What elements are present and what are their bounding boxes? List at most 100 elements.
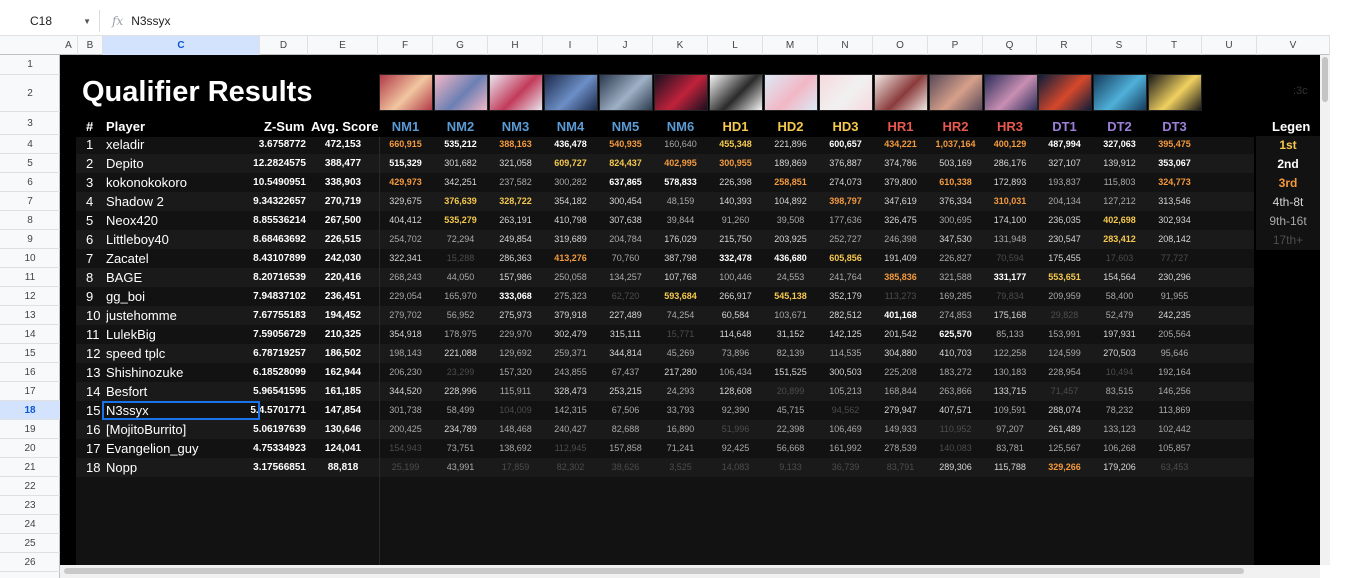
score-cell: 253,215 <box>609 386 642 396</box>
formula-input[interactable]: N3ssyx <box>129 14 170 28</box>
vertical-scroll-thumb[interactable] <box>1322 57 1328 102</box>
score-cell: 206,230 <box>389 367 422 377</box>
row-header-12[interactable]: 12 <box>0 287 60 306</box>
row-header-19[interactable]: 19 <box>0 420 60 439</box>
chevron-down-icon[interactable]: ▼ <box>83 17 91 26</box>
column-header-m[interactable]: M <box>763 36 818 55</box>
map-banner-image <box>654 74 708 111</box>
column-header-k[interactable]: K <box>653 36 708 55</box>
row-header-24[interactable]: 24 <box>0 515 60 534</box>
row-header-21[interactable]: 21 <box>0 458 60 477</box>
map-banner-image <box>929 74 983 111</box>
horizontal-scroll-thumb[interactable] <box>64 568 1244 574</box>
score-cell: 376,334 <box>939 196 972 206</box>
sheet-grid[interactable]: Qualifier Results :3c # Player Z-Sum Avg… <box>60 55 1320 565</box>
row-header-13[interactable]: 13 <box>0 306 60 325</box>
row-header-3[interactable]: 3 <box>0 112 60 135</box>
row-header-15[interactable]: 15 <box>0 344 60 363</box>
column-header-j[interactable]: J <box>598 36 653 55</box>
name-box[interactable]: C18 ▼ <box>0 10 100 32</box>
divider <box>379 137 380 565</box>
column-header-p[interactable]: P <box>928 36 983 55</box>
score-cell: 29,828 <box>1050 310 1079 320</box>
score-cell: 332,478 <box>719 253 752 263</box>
row-header-9[interactable]: 9 <box>0 230 60 249</box>
score-cell: 92,390 <box>721 405 750 415</box>
score-cell: 407,571 <box>939 405 972 415</box>
column-header-i[interactable]: I <box>543 36 598 55</box>
row-header-25[interactable]: 25 <box>0 534 60 553</box>
table-row: 17 Evangelion_guy 4.75334923 124,041 154,943… <box>60 439 1240 458</box>
z-sum: 7.94837102 <box>253 291 306 302</box>
score-cell: 436,680 <box>774 253 807 263</box>
score-cell: 400,129 <box>993 139 1027 149</box>
sheet-title: Qualifier Results <box>82 76 313 108</box>
score-cell: 153,991 <box>1048 329 1081 339</box>
score-cell: 226,398 <box>719 177 752 187</box>
score-cell: 246,398 <box>884 234 917 244</box>
row-header-22[interactable]: 22 <box>0 477 60 496</box>
avg-score: 220,416 <box>324 272 362 283</box>
row-header-18[interactable]: 18 <box>0 401 60 420</box>
column-header-c[interactable]: C <box>103 36 260 55</box>
score-cell: 347,530 <box>939 234 972 244</box>
score-cell: 540,935 <box>609 139 642 149</box>
column-header-f[interactable]: F <box>378 36 433 55</box>
column-header-q[interactable]: Q <box>983 36 1037 55</box>
row-header-8[interactable]: 8 <box>0 211 60 230</box>
column-header-d[interactable]: D <box>260 36 308 55</box>
row-header-6[interactable]: 6 <box>0 173 60 192</box>
row-header-20[interactable]: 20 <box>0 439 60 458</box>
column-header-e[interactable]: E <box>308 36 378 55</box>
column-header-b[interactable]: B <box>78 36 103 55</box>
column-header-l[interactable]: L <box>708 36 763 55</box>
column-header-g[interactable]: G <box>433 36 488 55</box>
avg-score: 226,515 <box>324 234 362 245</box>
score-cell: 228,954 <box>1048 367 1081 377</box>
row-header-1[interactable]: 1 <box>0 55 60 75</box>
score-cell: 289,306 <box>939 462 972 472</box>
score-cell: 78,232 <box>1105 405 1134 415</box>
score-cell: 157,986 <box>499 272 532 282</box>
row-header-23[interactable]: 23 <box>0 496 60 515</box>
function-icon: fx <box>112 14 124 28</box>
column-header-s[interactable]: S <box>1092 36 1147 55</box>
score-cell: 17,859 <box>501 462 530 472</box>
player-rank: 10 <box>86 308 101 323</box>
score-cell: 215,750 <box>719 234 752 244</box>
score-cell: 25,199 <box>391 462 420 472</box>
column-header-r[interactable]: R <box>1037 36 1092 55</box>
row-header-26[interactable]: 26 <box>0 553 60 572</box>
map-header-hr1: HR1 <box>887 119 914 134</box>
player-rank: 17 <box>86 441 101 456</box>
vertical-scrollbar[interactable] <box>1320 55 1330 565</box>
column-header-a[interactable]: A <box>60 36 78 55</box>
row-header-2[interactable]: 2 <box>0 75 60 112</box>
row-header-11[interactable]: 11 <box>0 268 60 287</box>
score-cell: 154,564 <box>1103 272 1136 282</box>
score-cell: 160,640 <box>664 139 697 149</box>
score-cell: 226,827 <box>939 253 972 263</box>
score-cell: 94,562 <box>831 405 860 415</box>
column-header-v[interactable]: V <box>1257 36 1330 55</box>
player-name: Shishinozuke <box>106 365 184 380</box>
column-header-u[interactable]: U <box>1202 36 1257 55</box>
selected-cell-outline <box>102 401 260 420</box>
map-header-hd3: HD3 <box>832 119 859 134</box>
column-header-h[interactable]: H <box>488 36 543 55</box>
legend-item: 1st <box>1256 136 1320 155</box>
score-cell: 300,695 <box>939 215 972 225</box>
row-header-7[interactable]: 7 <box>0 192 60 211</box>
row-header-16[interactable]: 16 <box>0 363 60 382</box>
row-header-14[interactable]: 14 <box>0 325 60 344</box>
row-header-17[interactable]: 17 <box>0 382 60 401</box>
row-header-5[interactable]: 5 <box>0 154 60 173</box>
row-header-10[interactable]: 10 <box>0 249 60 268</box>
column-header-n[interactable]: N <box>818 36 873 55</box>
score-cell: 24,293 <box>666 386 695 396</box>
score-cell: 74,254 <box>666 310 695 320</box>
score-cell: 302,479 <box>554 329 587 339</box>
column-header-o[interactable]: O <box>873 36 928 55</box>
column-header-t[interactable]: T <box>1147 36 1202 55</box>
row-header-4[interactable]: 4 <box>0 135 60 154</box>
